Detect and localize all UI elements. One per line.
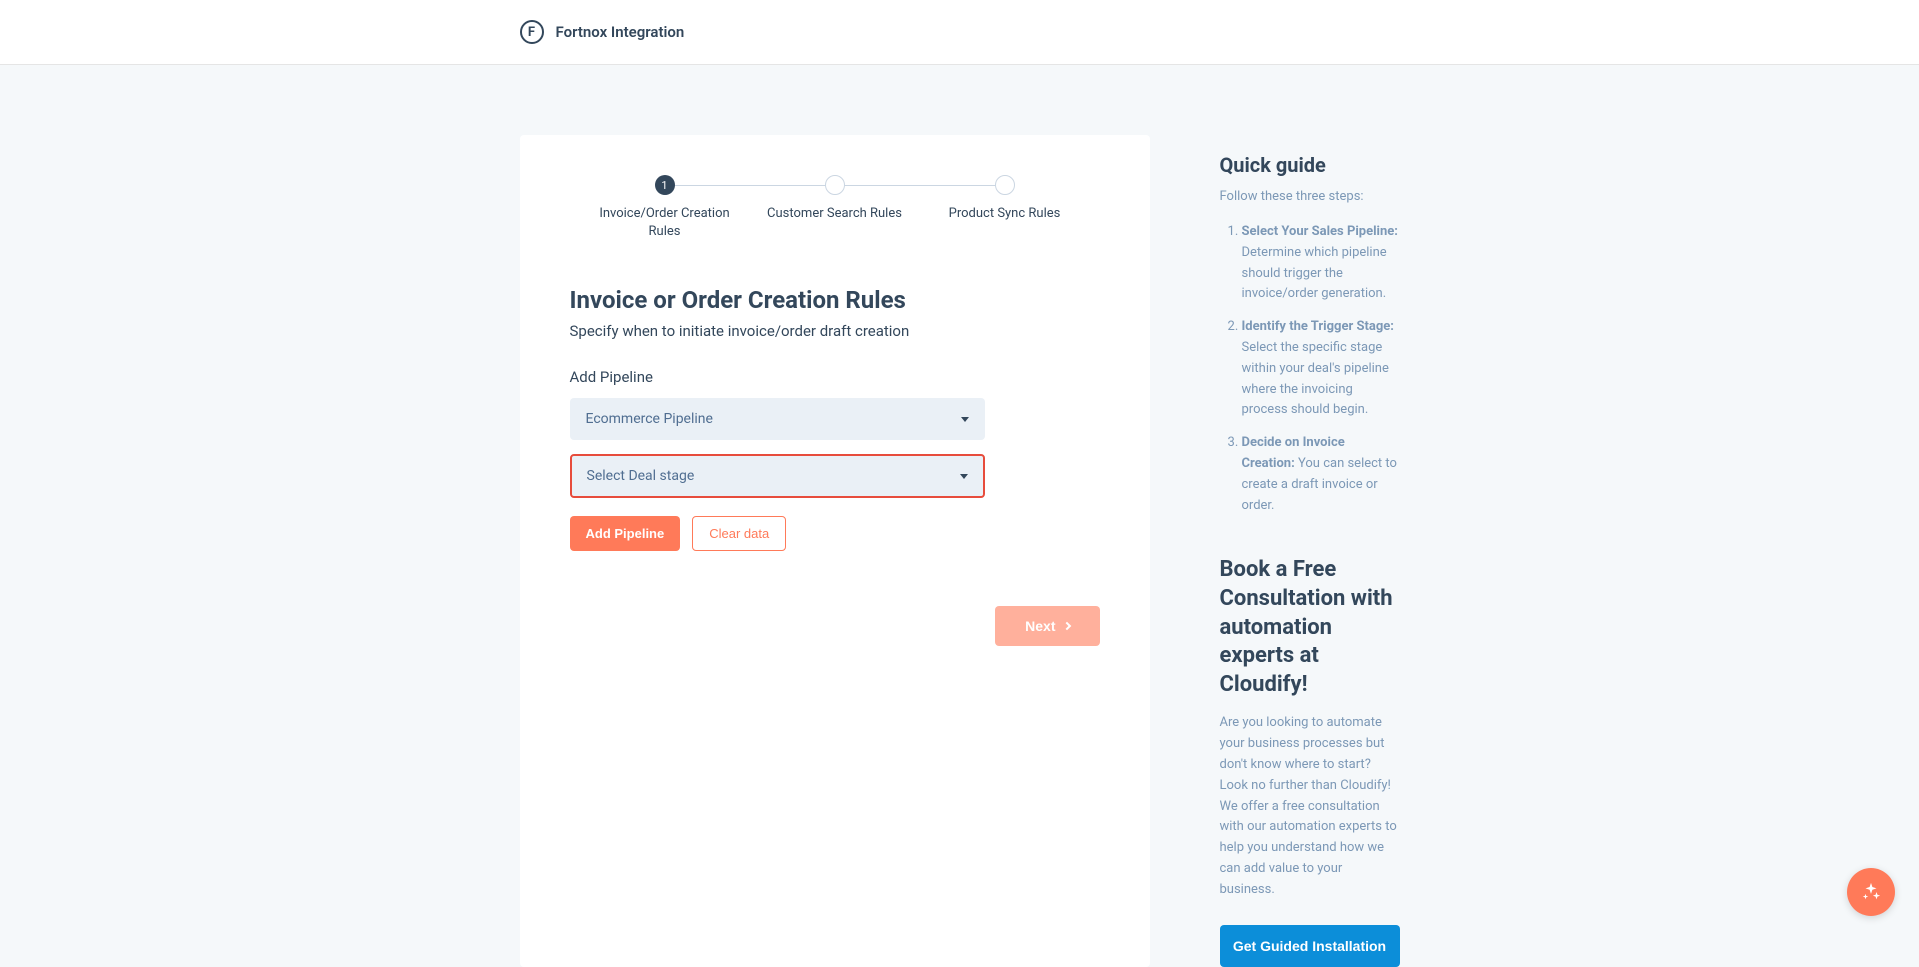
chevron-right-icon [1062,622,1070,630]
section-subtitle: Specify when to initiate invoice/order d… [570,322,1100,340]
help-fab[interactable] [1847,868,1895,916]
sparkle-icon [1860,881,1882,903]
add-pipeline-button[interactable]: Add Pipeline [570,516,681,551]
step-circle-2 [825,175,845,195]
step-product-sync[interactable]: Product Sync Rules [920,175,1090,223]
section-title: Invoice or Order Creation Rules [570,286,1100,314]
guide-item-2: Identify the Trigger Stage: Select the s… [1242,317,1400,421]
sidebar: Quick guide Follow these three steps: Se… [1220,135,1400,967]
get-guided-installation-button[interactable]: Get Guided Installation [1220,925,1400,967]
step-customer-search[interactable]: Customer Search Rules [750,175,920,223]
caret-down-icon [960,474,968,479]
clear-data-button[interactable]: Clear data [692,516,786,551]
main-card: 1 Invoice/Order Creation Rules Customer … [520,135,1150,967]
step-circle-3 [995,175,1015,195]
pipeline-label: Add Pipeline [570,368,1100,386]
dealstage-select[interactable]: Select Deal stage [570,454,985,498]
pipeline-select[interactable]: Ecommerce Pipeline [570,398,985,440]
step-invoice-rules[interactable]: 1 Invoice/Order Creation Rules [580,175,750,241]
caret-down-icon [961,417,969,422]
stepper: 1 Invoice/Order Creation Rules Customer … [570,175,1100,241]
logo-letter: F [528,25,535,40]
guide-intro: Follow these three steps: [1220,189,1400,204]
consult-title: Book a Free Consultation with automation… [1220,556,1400,699]
next-button[interactable]: Next [995,606,1099,646]
step-label-3: Product Sync Rules [920,205,1090,223]
page-title: Fortnox Integration [556,23,685,41]
step-line [665,185,835,186]
step-label-2: Customer Search Rules [750,205,920,223]
guide-list: Select Your Sales Pipeline: Determine wh… [1220,222,1400,516]
next-button-label: Next [1025,618,1055,634]
step-label-1: Invoice/Order Creation Rules [580,205,750,241]
logo-icon: F [520,20,544,44]
step-circle-1: 1 [655,175,675,195]
consult-text: Are you looking to automate your busines… [1220,713,1400,900]
header: F Fortnox Integration [0,0,1919,65]
step-line [835,185,1005,186]
dealstage-placeholder: Select Deal stage [587,468,695,484]
pipeline-selected-value: Ecommerce Pipeline [586,411,713,427]
guide-item-3: Decide on Invoice Creation: You can sele… [1242,433,1400,516]
guide-title: Quick guide [1220,153,1400,177]
guide-item-1: Select Your Sales Pipeline: Determine wh… [1242,222,1400,305]
